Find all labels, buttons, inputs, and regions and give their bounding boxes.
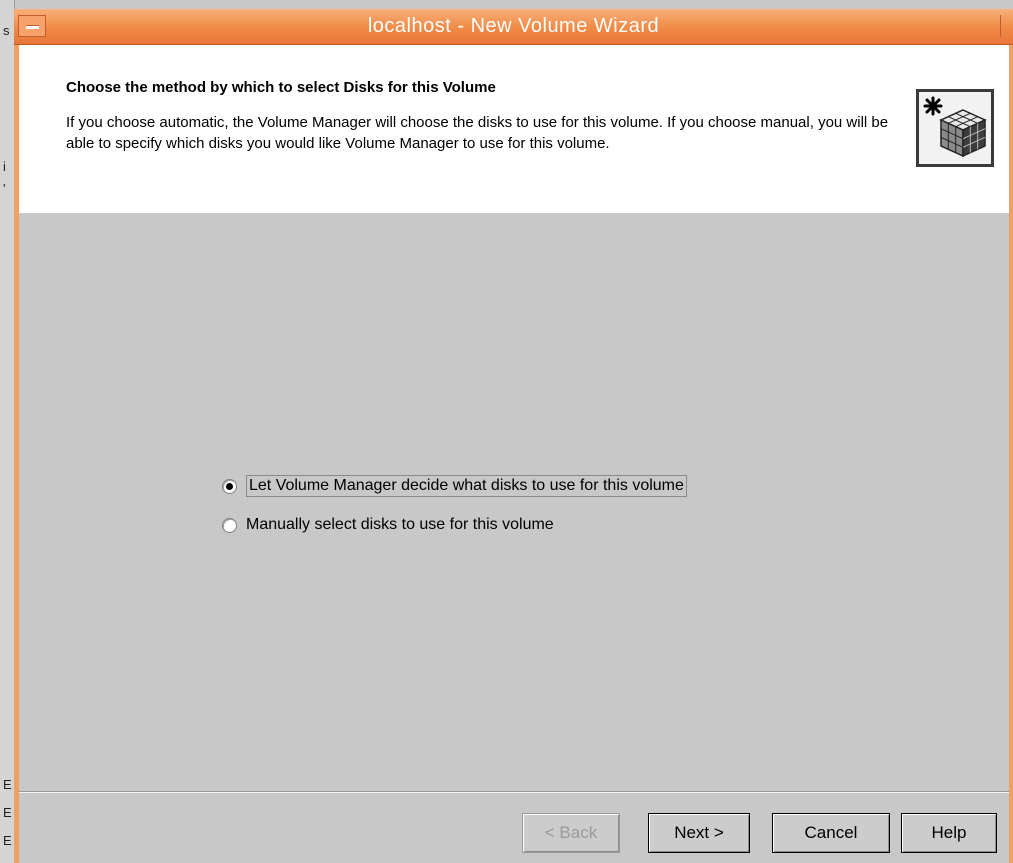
screen: s i ' E E E localhost - New Volume Wizar… [0, 0, 1013, 863]
background-text: ' [3, 181, 6, 196]
background-text: E [3, 805, 12, 820]
help-button[interactable]: Help [901, 813, 997, 853]
wizard-content: Let Volume Manager decide what disks to … [19, 213, 1009, 791]
background-text: E [3, 777, 12, 792]
radio-automatic[interactable] [222, 478, 237, 494]
window-frame-right [1009, 45, 1013, 863]
option-manual-label: Manually select disks to use for this vo… [246, 516, 554, 533]
wizard-footer: < Back Next > Cancel Help [19, 793, 1009, 863]
background-text: s [3, 23, 10, 38]
background-text: E [3, 833, 12, 848]
cancel-button[interactable]: Cancel [772, 813, 890, 853]
option-automatic-label-box: Let Volume Manager decide what disks to … [246, 475, 687, 497]
window-corner [1000, 15, 1011, 37]
title-bar[interactable]: localhost - New Volume Wizard [14, 9, 1013, 45]
wizard-header: Choose the method by which to select Dis… [19, 45, 1009, 213]
wizard-window: localhost - New Volume Wizard Choose the… [14, 9, 1013, 863]
option-manual[interactable]: Manually select disks to use for this vo… [222, 513, 554, 537]
back-button[interactable]: < Back [522, 813, 620, 853]
option-automatic[interactable]: Let Volume Manager decide what disks to … [222, 474, 687, 498]
cube-volume-icon [916, 89, 994, 167]
page-title: Choose the method by which to select Dis… [66, 79, 496, 96]
background-window[interactable]: s i ' E E E [0, 0, 15, 863]
next-button[interactable]: Next > [648, 813, 750, 853]
background-text: i [3, 159, 6, 174]
radio-manual[interactable] [222, 517, 237, 533]
page-description: If you choose automatic, the Volume Mana… [66, 114, 889, 152]
window-title: localhost - New Volume Wizard [367, 15, 660, 37]
option-automatic-label: Let Volume Manager decide what disks to … [249, 477, 684, 494]
